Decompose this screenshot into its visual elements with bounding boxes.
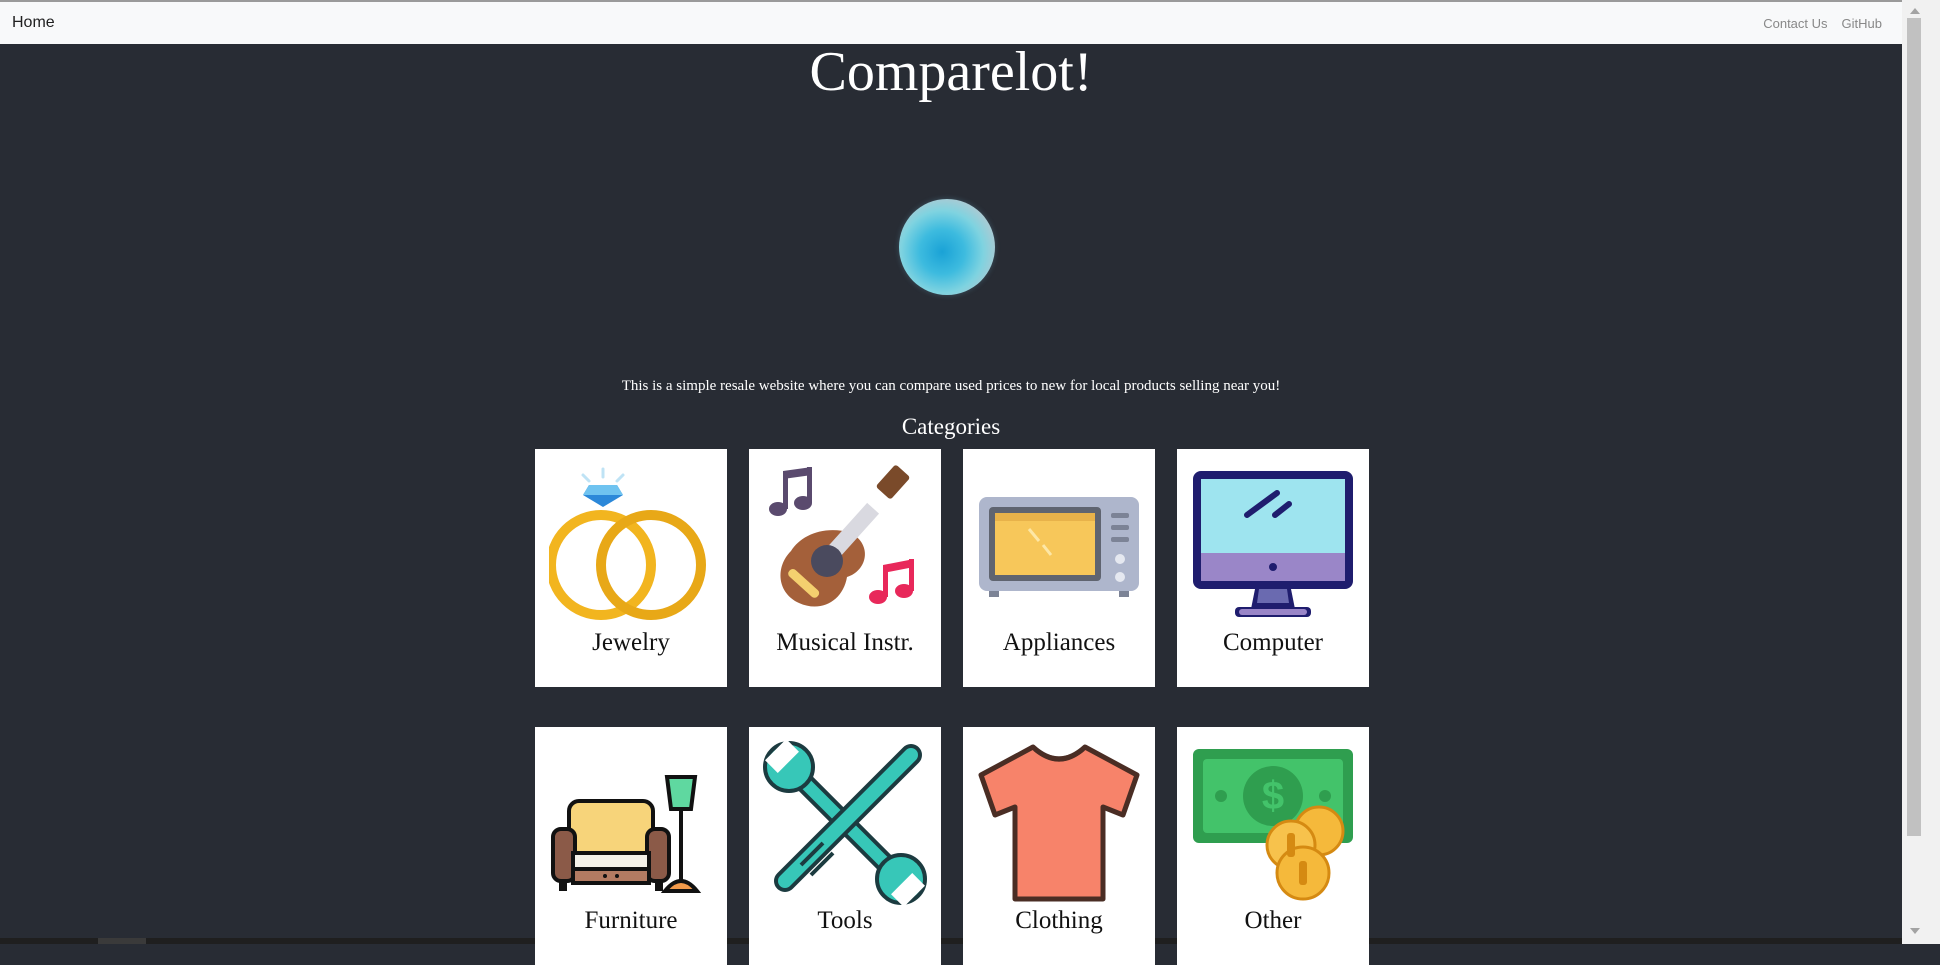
category-label: Computer [1223, 629, 1323, 656]
wrench-screwdriver-icon [763, 741, 927, 905]
page-title: Comparelot! [809, 41, 1093, 103]
category-label: Musical Instr. [776, 629, 914, 656]
site-description: This is a simple resale website where yo… [621, 378, 1281, 394]
armchair-lamp-icon [551, 775, 702, 893]
category-label: Jewelry [592, 629, 670, 656]
svg-text:$: $ [1262, 774, 1284, 818]
microwave-icon [979, 497, 1139, 597]
category-card-tools[interactable]: Tools [749, 727, 941, 965]
scroll-up-arrow-icon[interactable] [1910, 8, 1920, 14]
category-label: Clothing [1015, 907, 1103, 934]
navbar: Home Contact Us GitHub [0, 2, 1902, 44]
category-card-musical-instruments[interactable]: Musical Instr. [749, 449, 941, 687]
category-card-appliances[interactable]: Appliances [963, 449, 1155, 687]
money-coins-icon: $ [1193, 749, 1353, 901]
logo-sphere-icon [899, 199, 995, 295]
category-card-clothing[interactable]: Clothing [963, 727, 1155, 965]
category-label: Appliances [1002, 629, 1116, 656]
rings-icon [549, 467, 706, 620]
scroll-down-arrow-icon[interactable] [1910, 928, 1920, 934]
nav-home-link[interactable]: Home [12, 14, 55, 32]
guitar-icon [769, 465, 914, 607]
scrollbar-thumb[interactable] [1907, 18, 1921, 836]
monitor-icon [1193, 471, 1353, 617]
category-card-jewelry[interactable]: Jewelry [535, 449, 727, 687]
category-label: Tools [817, 907, 873, 934]
nav-right-links: Contact Us GitHub [1763, 16, 1882, 31]
category-card-furniture[interactable]: Furniture [535, 727, 727, 965]
category-label: Furniture [584, 907, 678, 934]
category-card-computer[interactable]: Computer [1177, 449, 1369, 687]
horizontal-scrollbar[interactable] [0, 938, 1902, 944]
categories-heading: Categories [901, 414, 1001, 439]
horizontal-scrollbar-thumb[interactable] [98, 938, 146, 944]
nav-github-link[interactable]: GitHub [1842, 16, 1882, 31]
category-card-other[interactable]: $ Other [1177, 727, 1369, 965]
tshirt-icon [978, 744, 1140, 902]
nav-contact-link[interactable]: Contact Us [1763, 16, 1827, 31]
category-label: Other [1244, 907, 1302, 934]
